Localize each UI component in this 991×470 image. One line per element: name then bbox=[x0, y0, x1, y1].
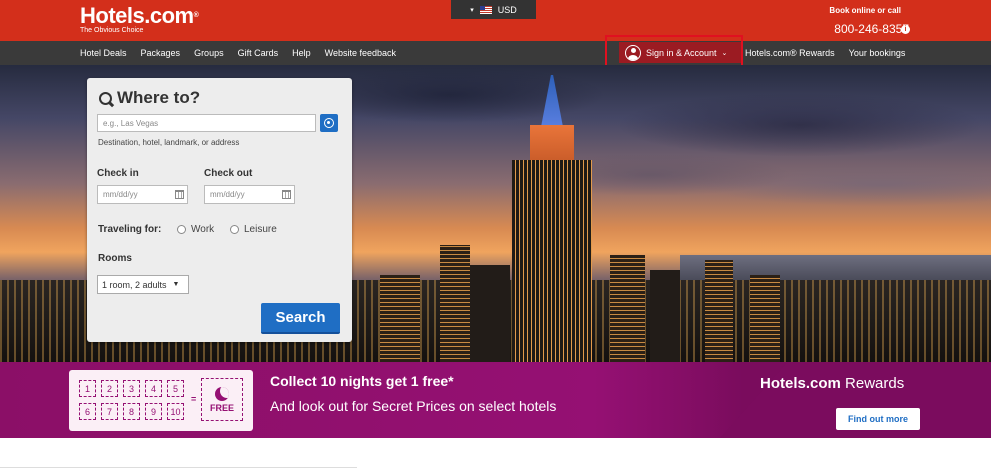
stamp-card: 1 2 3 4 5 6 7 8 9 10 = FREE bbox=[69, 370, 253, 431]
building bbox=[650, 270, 680, 362]
building bbox=[380, 275, 420, 362]
book-online-text: Book online or call bbox=[829, 6, 901, 15]
destination-input[interactable] bbox=[97, 114, 316, 132]
empire-state-top bbox=[530, 125, 574, 165]
stamp-4: 4 bbox=[145, 380, 162, 397]
find-out-more-button[interactable]: Find out more bbox=[836, 408, 920, 430]
rooms-select[interactable]: 1 room, 2 adults ▼ bbox=[97, 275, 189, 294]
stamp-10: 10 bbox=[167, 403, 184, 420]
free-night-stamp: FREE bbox=[201, 378, 243, 421]
nav-packages[interactable]: Packages bbox=[141, 48, 181, 58]
free-label: FREE bbox=[209, 402, 234, 413]
radio-circle[interactable] bbox=[177, 225, 186, 234]
currency-label: USD bbox=[497, 4, 517, 15]
currency-selector[interactable]: ▾ USD bbox=[451, 0, 536, 19]
checkin-label: Check in bbox=[97, 168, 139, 179]
chevron-down-icon: ▼ bbox=[172, 281, 180, 288]
divider bbox=[0, 467, 357, 468]
work-radio[interactable]: Work bbox=[177, 224, 214, 235]
moon-icon bbox=[215, 386, 229, 401]
rooms-label: Rooms bbox=[98, 253, 132, 264]
radio-circle[interactable] bbox=[230, 225, 239, 234]
phone-number[interactable]: 800-246-8357 bbox=[834, 22, 909, 36]
rewards-logo-main: Hotels.com bbox=[760, 375, 841, 392]
building bbox=[470, 265, 510, 362]
nav-hotel-deals[interactable]: Hotel Deals bbox=[80, 48, 127, 58]
nav-your-bookings[interactable]: Your bookings bbox=[849, 48, 906, 58]
search-icon bbox=[99, 91, 112, 105]
stamp-2: 2 bbox=[101, 380, 118, 397]
empire-state-building bbox=[512, 160, 592, 362]
info-icon[interactable]: i bbox=[901, 25, 910, 34]
nav-gift-cards[interactable]: Gift Cards bbox=[238, 48, 279, 58]
rooms-value: 1 room, 2 adults bbox=[102, 279, 167, 290]
nav-groups[interactable]: Groups bbox=[194, 48, 224, 58]
logo-registered-mark: ® bbox=[193, 12, 199, 19]
stamp-9: 9 bbox=[145, 403, 162, 420]
nav-right-group: Hotels.com® Rewards Your bookings bbox=[745, 41, 905, 65]
nav-help[interactable]: Help bbox=[292, 48, 311, 58]
rewards-subline: And look out for Secret Prices on select… bbox=[270, 398, 557, 414]
stamp-6: 6 bbox=[79, 403, 96, 420]
work-label: Work bbox=[191, 224, 215, 235]
rewards-banner: 1 2 3 4 5 6 7 8 9 10 = FREE Collect 10 n… bbox=[0, 362, 991, 438]
calendar-icon[interactable] bbox=[282, 190, 291, 199]
top-header: Hotels.com® The Obvious Choice ▾ USD Boo… bbox=[0, 0, 991, 41]
stamp-5: 5 bbox=[167, 380, 184, 397]
building bbox=[705, 260, 733, 362]
stamp-3: 3 bbox=[123, 380, 140, 397]
nav-rewards[interactable]: Hotels.com® Rewards bbox=[745, 48, 835, 58]
leisure-radio[interactable]: Leisure bbox=[230, 224, 277, 235]
rewards-logo: Hotels.com Rewards bbox=[760, 375, 904, 392]
logo-text: Hotels.com bbox=[80, 3, 194, 28]
nav-website-feedback[interactable]: Website feedback bbox=[325, 48, 396, 58]
site-logo[interactable]: Hotels.com® The Obvious Choice bbox=[80, 3, 199, 35]
checkout-label: Check out bbox=[204, 168, 253, 179]
traveling-for-label: Traveling for: bbox=[98, 224, 162, 235]
logo-tagline: The Obvious Choice bbox=[80, 27, 144, 34]
use-location-button[interactable] bbox=[320, 114, 338, 132]
calendar-icon[interactable] bbox=[175, 190, 184, 199]
equals-sign: = bbox=[191, 394, 197, 404]
leisure-label: Leisure bbox=[244, 224, 277, 235]
building bbox=[440, 245, 470, 362]
stamp-7: 7 bbox=[101, 403, 118, 420]
rewards-logo-suffix: Rewards bbox=[845, 375, 905, 392]
building bbox=[750, 275, 780, 362]
chevron-down-icon: ▾ bbox=[470, 6, 474, 14]
rewards-headline: Collect 10 nights get 1 free* bbox=[270, 373, 454, 389]
destination-hint: Destination, hotel, landmark, or address bbox=[98, 138, 240, 147]
stamp-1: 1 bbox=[79, 380, 96, 397]
where-to-text: Where to? bbox=[117, 88, 201, 107]
search-panel: Where to? Destination, hotel, landmark, … bbox=[87, 78, 352, 342]
where-to-heading: Where to? bbox=[99, 88, 200, 108]
stamp-8: 8 bbox=[123, 403, 140, 420]
us-flag-icon bbox=[479, 5, 492, 14]
building bbox=[610, 255, 645, 362]
search-button[interactable]: Search bbox=[261, 303, 340, 334]
location-target-icon bbox=[324, 118, 334, 128]
